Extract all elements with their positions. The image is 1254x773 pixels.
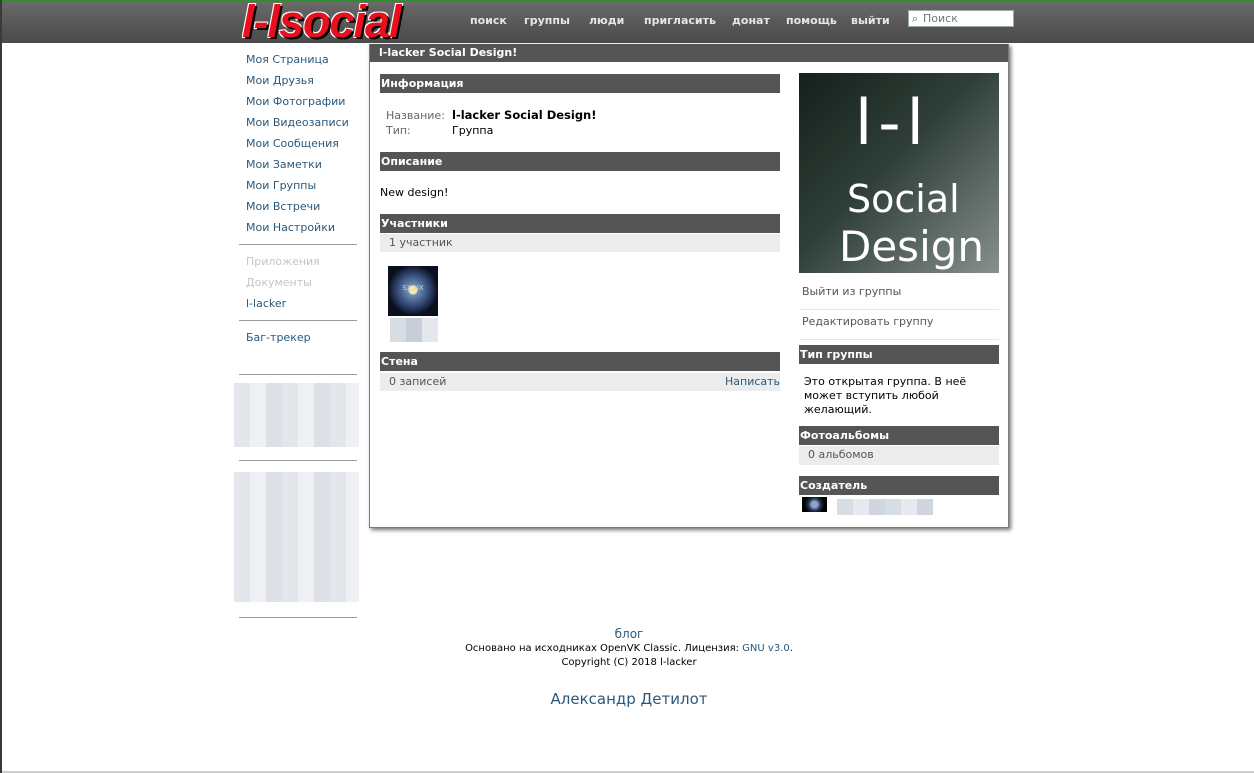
sidebar-item-groups[interactable]: Мои Группы	[239, 177, 357, 198]
sidebar-item-friends[interactable]: Мои Друзья	[239, 72, 357, 93]
wall-count: 0 записей	[380, 373, 780, 391]
nav-groups[interactable]: группы	[524, 14, 570, 27]
sidebar-item-bugtracker[interactable]: Баг-трекер	[239, 329, 357, 350]
footer-suffix: .	[789, 643, 793, 654]
sidebar-divider	[239, 617, 357, 618]
search-input[interactable]	[923, 11, 1011, 26]
sidebar-item-documents[interactable]: Документы	[239, 274, 357, 295]
footer-license-line: Основано на исходниках OpenVK Classic. Л…	[369, 642, 889, 656]
sidebar-divider	[239, 460, 357, 461]
nav-people[interactable]: люди	[589, 14, 624, 27]
footer-blog-link[interactable]: блог	[369, 626, 889, 642]
creator-name[interactable]	[837, 499, 933, 515]
sidebar-item-apps[interactable]: Приложения	[239, 253, 357, 274]
nav-invite[interactable]: пригласить	[644, 14, 716, 27]
members-header: Участники	[380, 214, 780, 233]
edit-group-link[interactable]: Редактировать группу	[799, 311, 999, 340]
search-icon: ⌕	[912, 12, 919, 25]
sidebar-item-l-lacker[interactable]: l-lacker	[239, 295, 357, 316]
albums-header: Фотоальбомы	[799, 426, 999, 445]
group-type-header: Тип группы	[799, 345, 999, 364]
left-sidebar: Моя Страница Мои Друзья Мои Фотографии М…	[239, 51, 357, 383]
members-count: 1 участник	[380, 234, 780, 252]
nav-help[interactable]: помощь	[786, 14, 837, 27]
sidebar-ad-block	[234, 383, 359, 447]
sidebar-item-events[interactable]: Мои Встречи	[239, 198, 357, 219]
creator-header: Создатель	[799, 476, 999, 495]
sidebar-item-settings[interactable]: Мои Настройки	[239, 219, 357, 240]
photo-text: l-l	[855, 86, 930, 159]
page-title: l-lacker Social Design!	[370, 44, 1008, 64]
group-name: l-lacker Social Design!	[452, 108, 597, 122]
footer-based-on: Основано на исходниках OpenVK Classic. Л…	[465, 643, 743, 654]
member-avatar[interactable]: SX.UX	[388, 266, 438, 316]
type-label: Тип:	[386, 124, 411, 137]
photo-text: Social	[847, 177, 960, 221]
sidebar-divider	[239, 374, 357, 375]
search-box: ⌕	[908, 10, 1014, 27]
site-logo[interactable]: l-lsocial	[242, 0, 402, 46]
creator-avatar[interactable]	[802, 497, 827, 512]
wall-write-link[interactable]: Написать	[725, 373, 780, 391]
sidebar-item-my-page[interactable]: Моя Страница	[239, 51, 357, 72]
group-card: l-lacker Social Design! Информация Назва…	[369, 44, 1009, 528]
sidebar-item-notes[interactable]: Мои Заметки	[239, 156, 357, 177]
photo-text: Design	[839, 222, 985, 271]
sidebar-item-videos[interactable]: Мои Видеозаписи	[239, 114, 357, 135]
nav-logout[interactable]: выйти	[851, 14, 890, 27]
group-type-description: Это открытая группа. В неё может вступит…	[804, 375, 967, 416]
name-label: Название:	[386, 109, 445, 122]
footer-author: Александр Детилот	[550, 690, 708, 708]
description-text: New design!	[380, 186, 449, 199]
header-bar: l-lsocial поиск группы люди пригласить д…	[2, 0, 1254, 46]
sidebar-item-messages[interactable]: Мои Сообщения	[239, 135, 357, 156]
group-photo: l-l Social Design	[799, 73, 999, 273]
license-link[interactable]: GNU v3.0	[742, 643, 790, 654]
member-name[interactable]	[390, 318, 438, 342]
nav-donate[interactable]: донат	[732, 14, 770, 27]
sidebar-ad-block	[234, 472, 359, 602]
wall-header: Стена	[380, 352, 780, 371]
group-type: Группа	[452, 124, 494, 137]
sidebar-divider	[239, 244, 357, 245]
sidebar-divider	[239, 320, 357, 321]
albums-count: 0 альбомов	[799, 446, 999, 465]
info-header: Информация	[380, 74, 780, 93]
footer-copyright: Copyright (C) 2018 l-lacker	[561, 657, 697, 668]
leave-group-link[interactable]: Выйти из группы	[799, 281, 999, 310]
description-header: Описание	[380, 152, 780, 171]
footer: блог Основано на исходниках OpenVK Class…	[369, 626, 889, 708]
sidebar-item-photos[interactable]: Мои Фотографии	[239, 93, 357, 114]
nav-search[interactable]: поиск	[470, 14, 507, 27]
